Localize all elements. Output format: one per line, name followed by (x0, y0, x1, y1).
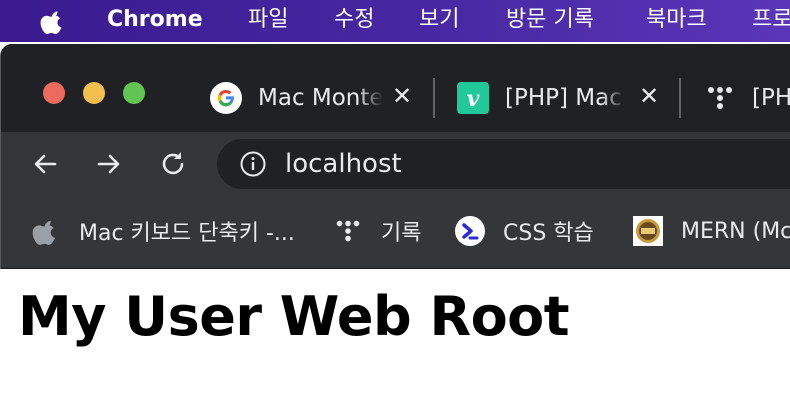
browser-toolbar: localhost (1, 132, 790, 196)
tab-separator (433, 78, 435, 118)
tab-mac-monterey[interactable]: Mac Monte ✕ (210, 74, 415, 122)
apple-icon (32, 220, 56, 245)
velog-icon: v (457, 82, 489, 114)
tab-php-partial[interactable]: [PH (704, 74, 790, 122)
bookmark-label: CSS 학습 (503, 221, 594, 246)
address-bar[interactable]: localhost (217, 139, 790, 189)
tab-title: [PHP] Mac (505, 85, 622, 111)
page-title: My User Web Root (18, 285, 570, 348)
menu-file[interactable]: 파일 (248, 5, 288, 35)
page-content: My User Web Root (0, 269, 790, 403)
minimize-window-button[interactable] (83, 82, 105, 104)
bookmark-history[interactable]: 기록 (333, 214, 421, 248)
dots-icon (708, 87, 732, 109)
menu-view[interactable]: 보기 (419, 5, 459, 35)
back-arrow-icon[interactable] (29, 148, 61, 180)
dots-icon (336, 220, 360, 242)
google-icon (210, 82, 242, 114)
apple-menu-icon[interactable] (40, 7, 66, 35)
bookmark-label: 기록 (381, 221, 422, 246)
menu-edit[interactable]: 수정 (334, 5, 374, 35)
reload-icon[interactable] (157, 148, 189, 180)
tab-title: Mac Monte (258, 85, 383, 111)
zoom-window-button[interactable] (123, 82, 145, 104)
info-icon[interactable] (239, 150, 267, 178)
url-text[interactable]: localhost (285, 147, 402, 181)
close-window-button[interactable] (43, 82, 65, 104)
tab-separator (679, 78, 681, 118)
browser-window: Mac Monte ✕ v [PHP] Mac ✕ [PH localhost … (0, 44, 790, 269)
bookmark-mern[interactable]: MERN (Mc (633, 214, 790, 248)
menu-app-chrome[interactable]: Chrome (107, 5, 203, 35)
bookmarks-bar: Mac 키보드 단축키 -... 기록 CSS 학습 MERN (Mc (1, 196, 790, 269)
close-icon[interactable]: ✕ (639, 82, 659, 110)
mern-icon (633, 216, 663, 246)
forward-arrow-icon[interactable] (93, 148, 125, 180)
bookmark-label: MERN (Mc (681, 218, 790, 244)
tab-strip: Mac Monte ✕ v [PHP] Mac ✕ [PH (1, 44, 790, 132)
css-icon (455, 216, 485, 246)
close-icon[interactable]: ✕ (392, 82, 412, 110)
menu-history[interactable]: 방문 기록 (506, 5, 594, 35)
bookmark-label: Mac 키보드 단축키 -... (79, 221, 295, 246)
tab-title: [PH (752, 85, 790, 111)
svg-text:v: v (467, 86, 480, 112)
bookmark-css[interactable]: CSS 학습 (455, 214, 594, 248)
macos-menu-bar: Chrome 파일 수정 보기 방문 기록 북마크 프로 (0, 0, 790, 42)
menu-profiles[interactable]: 프로 (752, 5, 790, 35)
bookmark-mac-shortcuts[interactable]: Mac 키보드 단축키 -... (31, 214, 295, 248)
tab-php-mac[interactable]: v [PHP] Mac ✕ (457, 74, 662, 122)
menu-bookmarks[interactable]: 북마크 (646, 5, 707, 35)
